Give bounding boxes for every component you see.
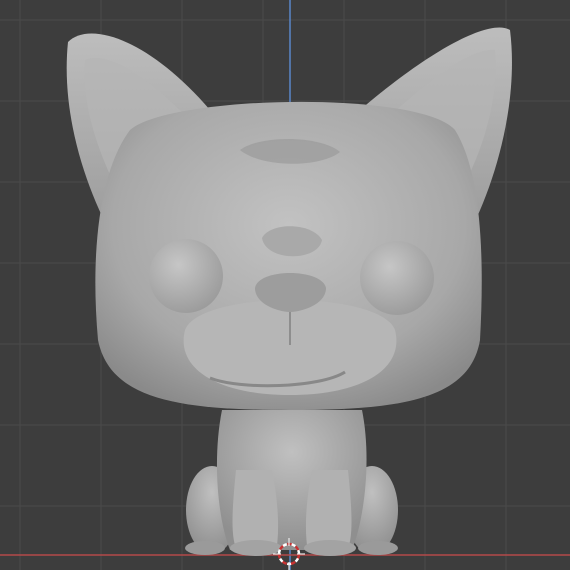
right-eye [360, 241, 434, 315]
left-eye [149, 239, 223, 313]
left-front-leg [232, 470, 279, 552]
viewport-canvas[interactable] [0, 0, 570, 570]
dog-model[interactable] [66, 27, 512, 556]
right-front-leg [305, 470, 352, 552]
right-front-paw [304, 540, 356, 556]
left-hind-paw [185, 541, 225, 555]
3d-viewport[interactable] [0, 0, 570, 570]
right-hind-paw [358, 541, 398, 555]
